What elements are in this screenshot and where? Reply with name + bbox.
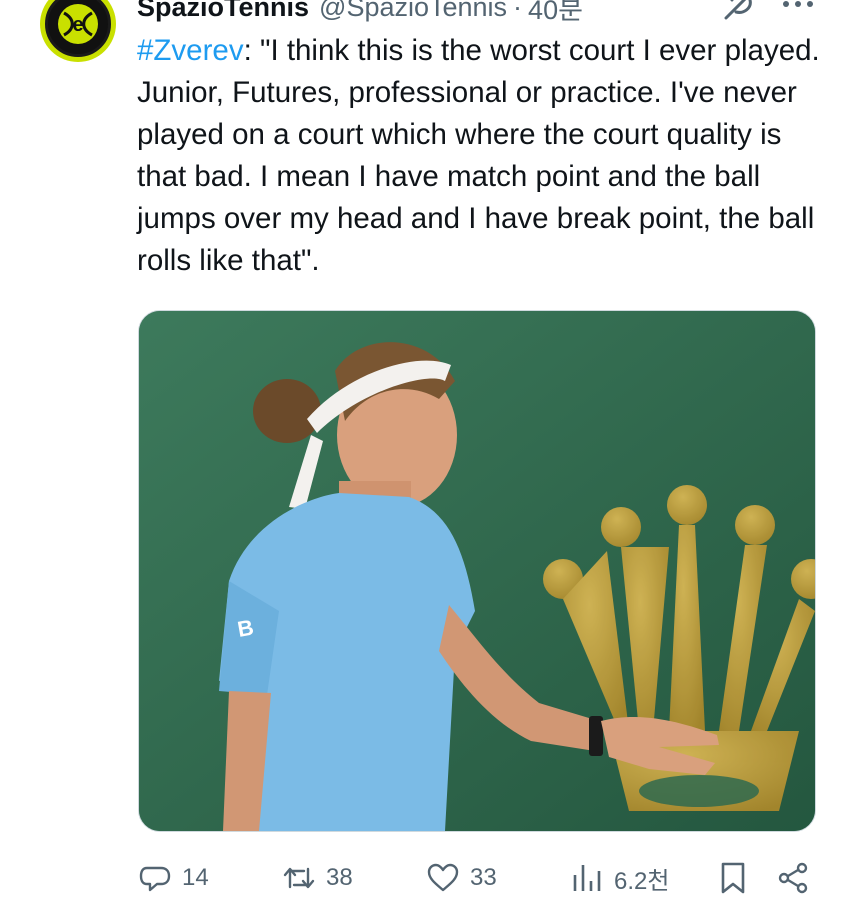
repost-count: 38 [326, 864, 353, 891]
share-button[interactable] [776, 856, 810, 900]
repost-button[interactable]: 38 [282, 856, 353, 900]
photo-tennis-player: B [139, 311, 815, 831]
more-icon[interactable] [778, 0, 818, 20]
post-media-image[interactable]: B [138, 310, 816, 832]
view-count: 6.2천 [614, 867, 670, 895]
repost-icon [283, 867, 315, 889]
reply-count: 14 [182, 864, 209, 891]
author-display-name[interactable]: SpazioTennis [137, 0, 309, 23]
author-avatar[interactable]: e [40, 0, 116, 62]
heart-icon [427, 863, 459, 892]
share-icon [778, 862, 808, 894]
svg-text:e: e [72, 14, 83, 36]
tennis-ball-logo-icon: e [45, 0, 111, 57]
reply-icon [139, 866, 171, 892]
like-count: 33 [470, 864, 497, 891]
post-text-body: : "I think this is the worst court I eve… [137, 34, 820, 277]
reply-button[interactable]: 14 [138, 856, 209, 900]
post-text: #Zverev: "I think this is the worst cour… [137, 30, 827, 282]
hashtag-link[interactable]: #Zverev [137, 34, 244, 67]
like-button[interactable]: 33 [426, 856, 497, 900]
post-timestamp[interactable]: 40분 [528, 0, 583, 27]
time-separator: · [513, 0, 523, 22]
author-handle[interactable]: @SpazioTennis [319, 0, 507, 23]
bookmark-button[interactable] [716, 856, 750, 900]
bookmark-icon [721, 862, 745, 894]
grok-icon[interactable] [718, 0, 758, 24]
views-button[interactable]: 6.2천 [570, 856, 669, 900]
post-action-bar: 14 38 33 6.2천 [138, 856, 828, 900]
post-header: SpazioTennis @SpazioTennis · 40분 [137, 0, 583, 27]
views-chart-icon [573, 865, 601, 891]
